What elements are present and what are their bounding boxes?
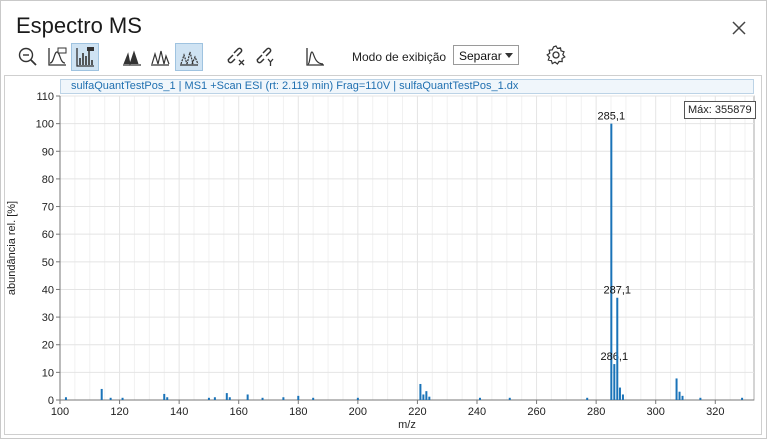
y-tick-label: 70: [42, 202, 54, 214]
y-tick-label: 20: [42, 340, 54, 352]
peak-label: 287,1: [604, 285, 632, 297]
x-tick-label: 280: [587, 406, 605, 418]
y-tick-label: 40: [42, 284, 54, 296]
y-tick-label: 50: [42, 257, 54, 269]
x-tick-label: 300: [647, 406, 665, 418]
x-tick-label: 120: [110, 406, 128, 418]
x-tick-label: 160: [230, 406, 248, 418]
x-tick-label: 140: [170, 406, 188, 418]
x-tick-label: 260: [527, 406, 545, 418]
x-tick-label: 100: [51, 406, 69, 418]
y-tick-label: 110: [36, 91, 54, 103]
y-tick-label: 60: [42, 229, 54, 241]
x-tick-label: 180: [289, 406, 307, 418]
x-tick-label: 240: [468, 406, 486, 418]
peak-label: 286,1: [601, 351, 629, 363]
x-tick-label: 200: [349, 406, 367, 418]
x-tick-label: 220: [408, 406, 426, 418]
y-tick-label: 90: [42, 146, 54, 158]
y-tick-label: 80: [42, 174, 54, 186]
max-intensity-label: Máx: 355879: [684, 101, 756, 119]
y-axis-label: abundância rel. [%]: [6, 201, 18, 295]
spectrum-chart[interactable]: 0102030405060708090100110100 120 140 160 180…: [0, 0, 767, 439]
peak-label: 285,1: [598, 111, 626, 123]
x-tick-label: 320: [706, 406, 724, 418]
x-axis-label: m/z: [398, 419, 416, 431]
y-tick-label: 100: [36, 119, 54, 131]
y-tick-label: 10: [42, 367, 54, 379]
y-tick-label: 30: [42, 312, 54, 324]
